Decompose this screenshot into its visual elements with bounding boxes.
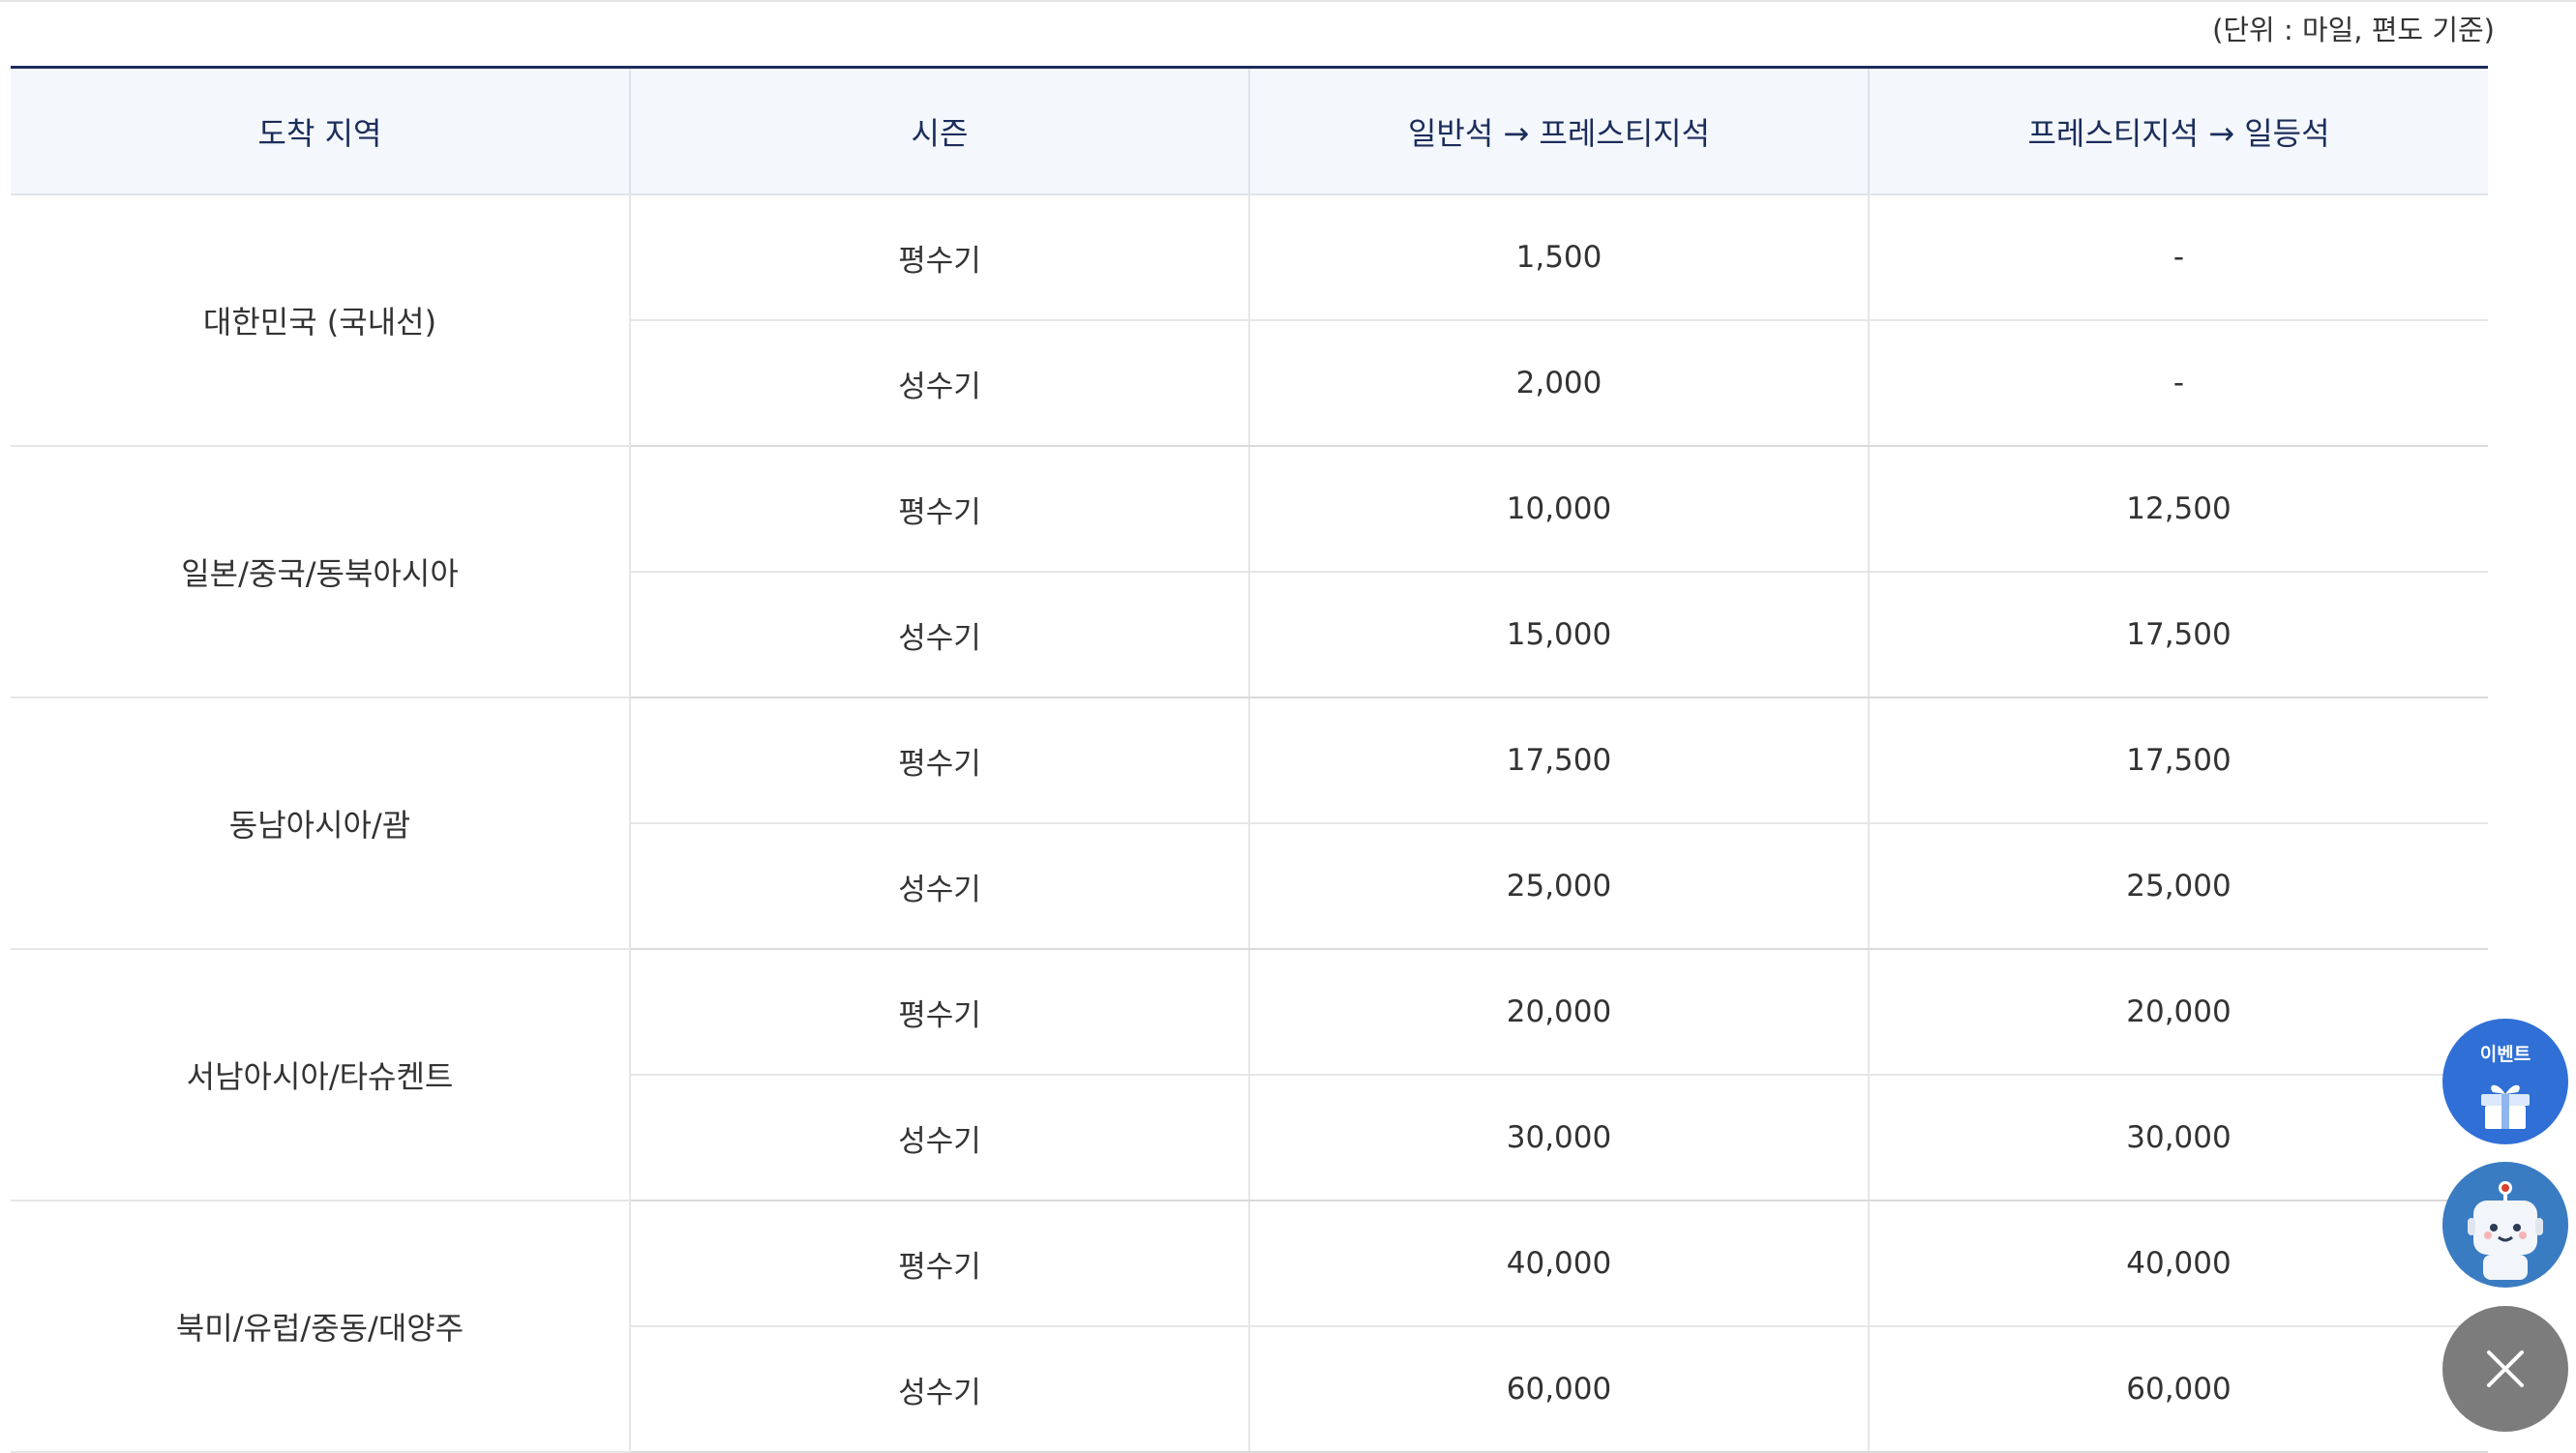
chatbot-floating-button[interactable] [2442,1162,2568,1288]
economy-to-prestige-cell: 40,000 [1248,1201,1869,1327]
chatbot-icon [2468,1181,2543,1280]
economy-to-prestige-cell: 10,000 [1248,446,1869,573]
season-cell: 평수기 [629,949,1249,1076]
prestige-to-first-cell: 20,000 [1868,949,2488,1076]
season-cell: 성수기 [629,320,1249,447]
prestige-to-first-cell: 40,000 [1868,1201,2488,1327]
economy-to-prestige-cell: 20,000 [1248,949,1869,1076]
economy-to-prestige-cell: 17,500 [1248,697,1869,824]
unit-note: (단위 : 마일, 편도 기준) [2212,14,2495,46]
economy-to-prestige-cell: 1,500 [1248,194,1869,321]
region-cell: 동남아시아/괌 [11,697,630,950]
table-row: 서남아시아/타슈켄트 평수기 20,000 20,000 [11,949,2488,1201]
close-floating-button[interactable] [2442,1306,2568,1432]
economy-to-prestige-cell: 15,000 [1248,572,1869,698]
region-cell: 대한민국 (국내선) [11,194,630,447]
season-cell: 성수기 [629,572,1249,698]
event-label: 이벤트 [2479,1044,2531,1065]
economy-to-prestige-cell: 30,000 [1248,1075,1869,1201]
upgrade-mileage-table: 도착 지역 시즌 일반석 → 프레스티지석 프레스티지석 → 일등석 대한민국 … [11,66,2488,1453]
table-row: 일본/중국/동북아시아 평수기 10,000 12,500 [11,446,2488,698]
region-cell: 서남아시아/타슈켄트 [11,949,630,1201]
season-cell: 평수기 [629,1201,1249,1327]
table-row: 동남아시아/괌 평수기 17,500 17,500 [11,697,2488,950]
season-cell: 평수기 [629,446,1249,573]
prestige-to-first-cell: 60,000 [1868,1326,2488,1453]
season-cell: 평수기 [629,697,1249,824]
season-cell: 성수기 [629,1075,1249,1201]
upgrade-mileage-table-container: 도착 지역 시즌 일반석 → 프레스티지석 프레스티지석 → 일등석 대한민국 … [11,66,2488,1453]
header-season: 시즌 [629,66,1249,195]
header-prestige-to-first: 프레스티지석 → 일등석 [1868,66,2488,195]
table-header-row: 도착 지역 시즌 일반석 → 프레스티지석 프레스티지석 → 일등석 [11,66,2488,195]
prestige-to-first-cell: 17,500 [1868,572,2488,698]
season-cell: 성수기 [629,823,1249,950]
event-floating-button[interactable]: 이벤트 [2442,1019,2568,1144]
close-icon [2487,1350,2524,1387]
top-divider [0,0,2576,2]
header-economy-to-prestige: 일반석 → 프레스티지석 [1248,66,1869,195]
region-cell: 북미/유럽/중동/대양주 [11,1201,630,1453]
economy-to-prestige-cell: 25,000 [1248,823,1869,950]
prestige-to-first-cell: 12,500 [1868,446,2488,573]
economy-to-prestige-cell: 60,000 [1248,1326,1869,1453]
season-cell: 성수기 [629,1326,1249,1453]
table-row: 대한민국 (국내선) 평수기 1,500 - [11,194,2488,447]
region-cell: 일본/중국/동북아시아 [11,446,630,698]
prestige-to-first-cell: 30,000 [1868,1075,2488,1201]
header-region: 도착 지역 [11,66,630,195]
prestige-to-first-cell: - [1868,320,2488,447]
season-cell: 평수기 [629,194,1249,321]
prestige-to-first-cell: 17,500 [1868,697,2488,824]
gift-icon [2481,1084,2530,1129]
table-row: 북미/유럽/중동/대양주 평수기 40,000 40,000 [11,1201,2488,1453]
prestige-to-first-cell: 25,000 [1868,823,2488,950]
prestige-to-first-cell: - [1868,194,2488,321]
economy-to-prestige-cell: 2,000 [1248,320,1869,447]
